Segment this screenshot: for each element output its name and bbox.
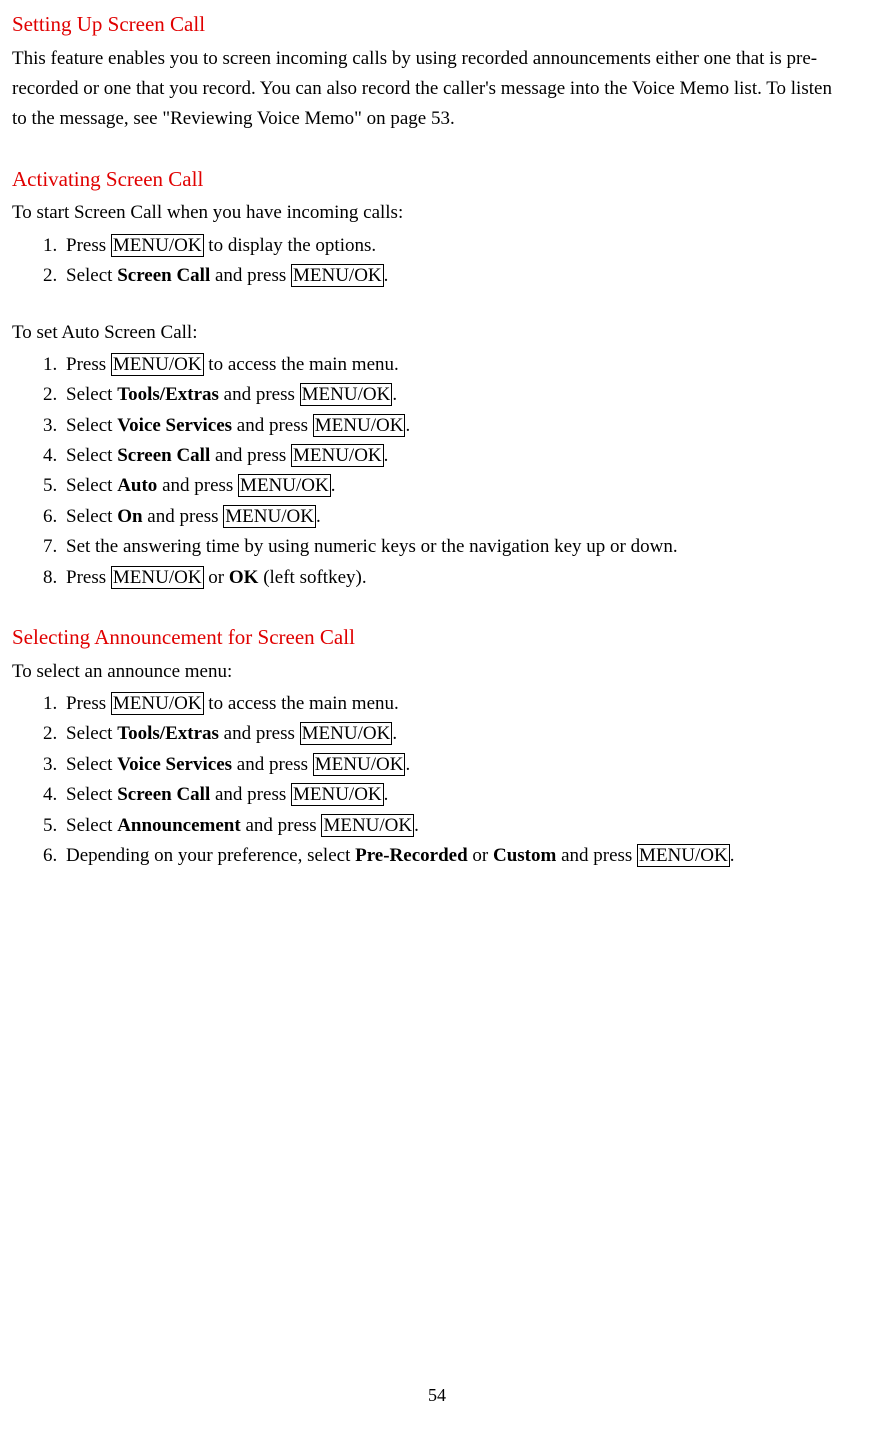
selecting-lead: To select an announce menu: [12,657,838,687]
key-label: MENU/OK [321,814,414,837]
step-text: . [392,384,397,405]
key-label: MENU/OK [111,692,204,715]
section-heading-selecting: Selecting Announcement for Screen Call [12,621,838,655]
list-item: Select Screen Call and press MENU/OK. [62,780,838,810]
step-text: Select [66,784,117,805]
list-item: Select Announcement and press MENU/OK. [62,811,838,841]
step-text: Press [66,354,111,375]
list-item: Select Tools/Extras and press MENU/OK. [62,380,838,410]
step-text: Press [66,693,111,714]
step-text: Select [66,415,117,436]
key-label: MENU/OK [111,353,204,376]
step-text: or [204,567,229,588]
step-text: Select [66,475,117,496]
ui-option: Auto [117,475,157,496]
list-item: Depending on your preference, select Pre… [62,841,838,871]
list-item: Press MENU/OK to access the main menu. [62,689,838,719]
step-text: Select [66,815,117,836]
step-text: Select [66,445,117,466]
activating-lead: To start Screen Call when you have incom… [12,198,838,228]
step-text: or [468,845,493,866]
key-label: MENU/OK [300,383,393,406]
step-text: and press [157,475,238,496]
list-item: Select Screen Call and press MENU/OK. [62,441,838,471]
list-item: Select Voice Services and press MENU/OK. [62,411,838,441]
auto-steps-list: Press MENU/OK to access the main menu. S… [12,350,838,593]
key-label: MENU/OK [300,722,393,745]
key-label: MENU/OK [111,566,204,589]
ui-option: Tools/Extras [117,723,219,744]
step-text: . [316,506,321,527]
section-heading-setting-up: Setting Up Screen Call [12,8,838,42]
ui-option: Custom [493,845,556,866]
list-item: Press MENU/OK to display the options. [62,231,838,261]
key-label: MENU/OK [291,264,384,287]
step-text: (left softkey). [258,567,366,588]
step-text: to access the main menu. [204,354,399,375]
step-text: . [384,445,389,466]
auto-lead: To set Auto Screen Call: [12,318,838,348]
ui-option: Screen Call [117,445,210,466]
step-text: and press [219,384,300,405]
step-text: . [414,815,419,836]
key-label: MENU/OK [291,783,384,806]
ui-option: Screen Call [117,265,210,286]
list-item: Press MENU/OK or OK (left softkey). [62,563,838,593]
ui-option: Screen Call [117,784,210,805]
selecting-steps-list: Press MENU/OK to access the main menu. S… [12,689,838,871]
step-text: to access the main menu. [204,693,399,714]
activating-steps-list: Press MENU/OK to display the options. Se… [12,231,838,292]
list-item: Select Screen Call and press MENU/OK. [62,261,838,291]
ui-option: Announcement [117,815,241,836]
page-number: 54 [0,1381,874,1410]
step-text: Select [66,723,117,744]
key-label: MENU/OK [313,414,406,437]
ui-option: Voice Services [117,415,232,436]
step-text: Depending on your preference, select [66,845,355,866]
step-text: Select [66,506,117,527]
step-text: and press [219,723,300,744]
step-text: and press [241,815,322,836]
step-text: and press [210,445,291,466]
key-label: MENU/OK [291,444,384,467]
ui-option: On [117,506,142,527]
ui-option: Voice Services [117,754,232,775]
key-label: MENU/OK [111,234,204,257]
key-label: MENU/OK [238,474,331,497]
list-item: Press MENU/OK to access the main menu. [62,350,838,380]
step-text: and press [210,265,291,286]
step-text: and press [143,506,224,527]
step-text: . [384,784,389,805]
ui-option: OK [229,567,259,588]
step-text: and press [232,415,313,436]
step-text: Select [66,384,117,405]
step-text: and press [232,754,313,775]
step-text: Select [66,754,117,775]
key-label: MENU/OK [637,844,730,867]
list-item: Select On and press MENU/OK. [62,502,838,532]
step-text: . [331,475,336,496]
step-text: . [384,265,389,286]
key-label: MENU/OK [313,753,406,776]
ui-option: Tools/Extras [117,384,219,405]
list-item: Select Tools/Extras and press MENU/OK. [62,719,838,749]
step-text: . [730,845,735,866]
step-text: Press [66,567,111,588]
step-text: . [392,723,397,744]
section-heading-activating: Activating Screen Call [12,163,838,197]
step-text: and press [210,784,291,805]
step-text: . [405,754,410,775]
step-text: Select [66,265,117,286]
list-item: Set the answering time by using numeric … [62,532,838,562]
step-text: Set the answering time by using numeric … [66,536,678,557]
step-text: . [405,415,410,436]
list-item: Select Voice Services and press MENU/OK. [62,750,838,780]
list-item: Select Auto and press MENU/OK. [62,471,838,501]
key-label: MENU/OK [223,505,316,528]
step-text: Press [66,235,111,256]
step-text: and press [556,845,637,866]
ui-option: Pre-Recorded [355,845,468,866]
step-text: to display the options. [204,235,377,256]
intro-paragraph: This feature enables you to screen incom… [12,44,838,135]
